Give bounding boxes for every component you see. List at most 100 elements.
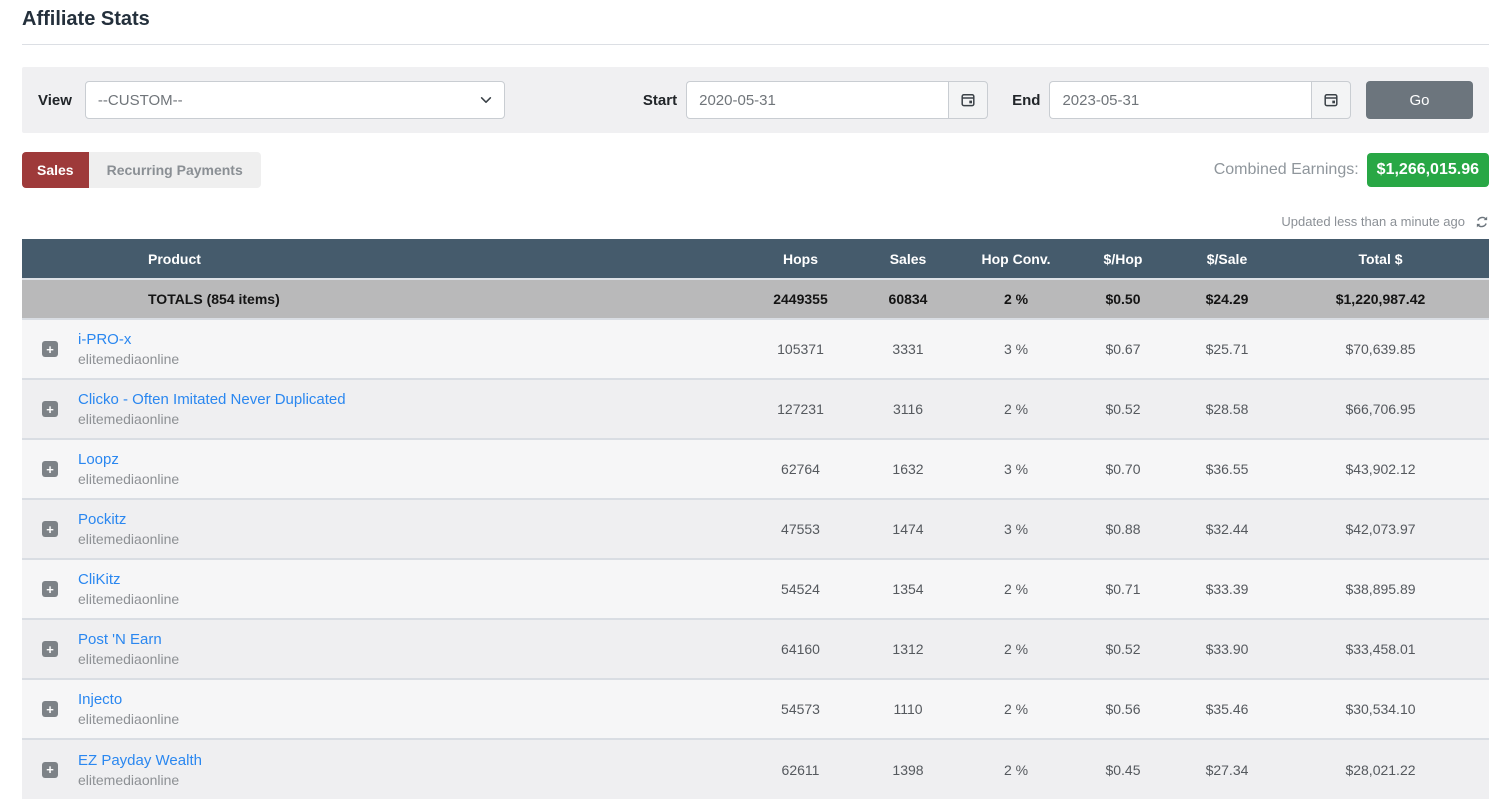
product-link[interactable]: EZ Payday Wealth (78, 752, 202, 769)
expand-row-button[interactable]: + (42, 341, 58, 357)
start-calendar-button[interactable] (948, 81, 988, 119)
totals-hop-conv: 2 % (968, 279, 1064, 319)
expand-cell: + (22, 319, 78, 379)
product-link[interactable]: Post 'N Earn (78, 631, 162, 648)
table-body: +i-PRO-xelitemediaonline10537133313 %$0.… (22, 319, 1489, 799)
go-button[interactable]: Go (1366, 81, 1473, 119)
calendar-icon (1323, 92, 1339, 108)
header-hops: Hops (753, 239, 848, 279)
expand-row-button[interactable]: + (42, 701, 58, 717)
per-hop-cell: $0.45 (1064, 739, 1182, 799)
vendor-name: elitemediaonline (78, 531, 753, 547)
calendar-icon (960, 92, 976, 108)
hops-cell: 54573 (753, 679, 848, 739)
end-calendar-button[interactable] (1311, 81, 1351, 119)
hop-conv-cell: 3 % (968, 439, 1064, 499)
totals-sales: 60834 (848, 279, 968, 319)
table-row: +Loopzelitemediaonline6276416323 %$0.70$… (22, 439, 1489, 499)
hop-conv-cell: 2 % (968, 559, 1064, 619)
expand-row-button[interactable]: + (42, 762, 58, 778)
tab-sales[interactable]: Sales (22, 152, 89, 188)
sales-cell: 1632 (848, 439, 968, 499)
per-sale-cell: $35.46 (1182, 679, 1272, 739)
per-hop-cell: $0.52 (1064, 379, 1182, 439)
header-sales: Sales (848, 239, 968, 279)
totals-label: TOTALS (854 items) (78, 279, 753, 319)
table-row: +EZ Payday Wealthelitemediaonline6261113… (22, 739, 1489, 799)
expand-row-button[interactable]: + (42, 401, 58, 417)
product-link[interactable]: Clicko - Often Imitated Never Duplicated (78, 391, 346, 408)
per-sale-cell: $27.34 (1182, 739, 1272, 799)
refresh-button[interactable] (1475, 215, 1489, 229)
total-cell: $70,639.85 (1272, 319, 1489, 379)
totals-total: $1,220,987.42 (1272, 279, 1489, 319)
totals-expand-cell (22, 279, 78, 319)
sales-cell: 1312 (848, 619, 968, 679)
per-hop-cell: $0.71 (1064, 559, 1182, 619)
product-cell: Post 'N Earnelitemediaonline (78, 619, 753, 679)
sales-cell: 1474 (848, 499, 968, 559)
view-select[interactable]: --CUSTOM-- (85, 81, 505, 119)
per-sale-cell: $32.44 (1182, 499, 1272, 559)
expand-cell: + (22, 739, 78, 799)
total-cell: $30,534.10 (1272, 679, 1489, 739)
table-row: +Post 'N Earnelitemediaonline6416013122 … (22, 619, 1489, 679)
hop-conv-cell: 2 % (968, 739, 1064, 799)
header-hop-conv: Hop Conv. (968, 239, 1064, 279)
header-per-hop: $/Hop (1064, 239, 1182, 279)
product-link[interactable]: i-PRO-x (78, 331, 131, 348)
updated-text: Updated less than a minute ago (1281, 214, 1465, 229)
hop-conv-cell: 2 % (968, 679, 1064, 739)
product-link[interactable]: Injecto (78, 691, 122, 708)
per-sale-cell: $33.39 (1182, 559, 1272, 619)
expand-row-button[interactable]: + (42, 641, 58, 657)
vendor-name: elitemediaonline (78, 351, 753, 367)
end-label: End (1012, 92, 1040, 109)
vendor-name: elitemediaonline (78, 471, 753, 487)
expand-row-button[interactable]: + (42, 461, 58, 477)
header-expand (22, 239, 78, 279)
start-date-input[interactable] (686, 81, 948, 119)
vendor-name: elitemediaonline (78, 772, 753, 788)
product-cell: EZ Payday Wealth elitemediaonline (78, 739, 753, 799)
table-row: +i-PRO-xelitemediaonline10537133313 %$0.… (22, 319, 1489, 379)
expand-row-button[interactable]: + (42, 581, 58, 597)
product-link[interactable]: Loopz (78, 451, 119, 468)
product-link[interactable]: CliKitz (78, 571, 121, 588)
total-cell: $38,895.89 (1272, 559, 1489, 619)
table-row: + Clicko - Often Imitated Never Duplicate… (22, 379, 1489, 439)
sales-cell: 1110 (848, 679, 968, 739)
total-cell: $66,706.95 (1272, 379, 1489, 439)
hop-conv-cell: 3 % (968, 499, 1064, 559)
view-label: View (38, 92, 72, 109)
expand-cell: + (22, 379, 78, 439)
hops-cell: 105371 (753, 319, 848, 379)
page: Affiliate Stats View --CUSTOM-- Start En… (0, 0, 1511, 803)
view-select-wrap: --CUSTOM-- (85, 81, 505, 119)
sales-cell: 3331 (848, 319, 968, 379)
product-cell: CliKitzelitemediaonline (78, 559, 753, 619)
expand-cell: + (22, 559, 78, 619)
hops-cell: 64160 (753, 619, 848, 679)
tab-recurring-payments[interactable]: Recurring Payments (89, 152, 261, 188)
hops-cell: 62764 (753, 439, 848, 499)
product-cell: Injectoelitemediaonline (78, 679, 753, 739)
refresh-icon (1475, 215, 1489, 229)
product-cell: i-PRO-x elitemediaonline (78, 319, 753, 379)
header-total: Total $ (1272, 239, 1489, 279)
sales-cell: 1398 (848, 739, 968, 799)
combined-earnings-label: Combined Earnings: (1214, 161, 1359, 179)
sales-cell: 3116 (848, 379, 968, 439)
total-cell: $33,458.01 (1272, 619, 1489, 679)
header-per-sale: $/Sale (1182, 239, 1272, 279)
tabs-row: Sales Recurring Payments Combined Earnin… (22, 152, 1489, 188)
per-hop-cell: $0.70 (1064, 439, 1182, 499)
expand-row-button[interactable]: + (42, 521, 58, 537)
updated-row: Updated less than a minute ago (22, 214, 1489, 229)
hop-conv-cell: 2 % (968, 379, 1064, 439)
end-date-input[interactable] (1049, 81, 1311, 119)
table-header: Product Hops Sales Hop Conv. $/Hop $/Sal… (22, 239, 1489, 279)
product-link[interactable]: Pockitz (78, 511, 126, 528)
per-sale-cell: $28.58 (1182, 379, 1272, 439)
start-label: Start (643, 92, 677, 109)
